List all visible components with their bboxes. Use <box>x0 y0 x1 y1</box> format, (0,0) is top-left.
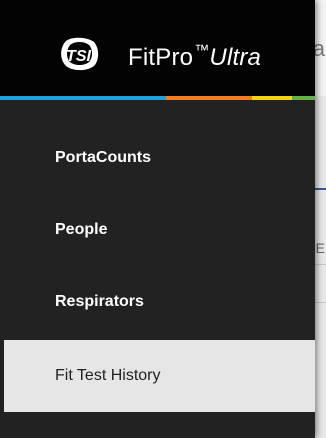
nav-item-label: Respirators <box>55 293 144 310</box>
app-name-text: FitPro <box>128 44 194 71</box>
color-bar-yellow <box>252 96 292 100</box>
nav-item-label: PortaCounts <box>55 149 151 166</box>
background-divider <box>315 264 326 265</box>
background-text-fragment: E <box>315 240 325 256</box>
nav-item-people[interactable]: People <box>0 194 315 266</box>
app-title: FitPro™Ultra <box>128 37 261 72</box>
color-bar-blue <box>0 96 166 100</box>
brand-color-bar <box>0 96 315 100</box>
nav-item-respirators[interactable]: Respirators <box>0 266 315 338</box>
navigation-drawer: TSI FitPro™Ultra PortaCounts People Resp… <box>0 0 315 438</box>
nav-item-label: Fit Test History <box>55 367 161 384</box>
navigation-menu: PortaCounts People Respirators Fit Test … <box>0 122 315 412</box>
background-divider <box>315 188 326 190</box>
nav-item-fit-test-history[interactable]: Fit Test History <box>4 340 315 412</box>
trademark-symbol: ™ <box>194 42 210 59</box>
color-bar-green <box>292 96 315 100</box>
drawer-header: TSI FitPro™Ultra <box>0 0 315 96</box>
nav-item-portacounts[interactable]: PortaCounts <box>0 122 315 194</box>
background-content-strip <box>315 96 326 438</box>
logo-text: TSI <box>66 48 91 65</box>
color-bar-orange <box>166 96 252 100</box>
nav-item-label: People <box>55 221 108 238</box>
tsi-logo-icon: TSI <box>61 37 99 71</box>
background-divider <box>315 302 326 303</box>
app-edition-text: Ultra <box>209 44 262 71</box>
